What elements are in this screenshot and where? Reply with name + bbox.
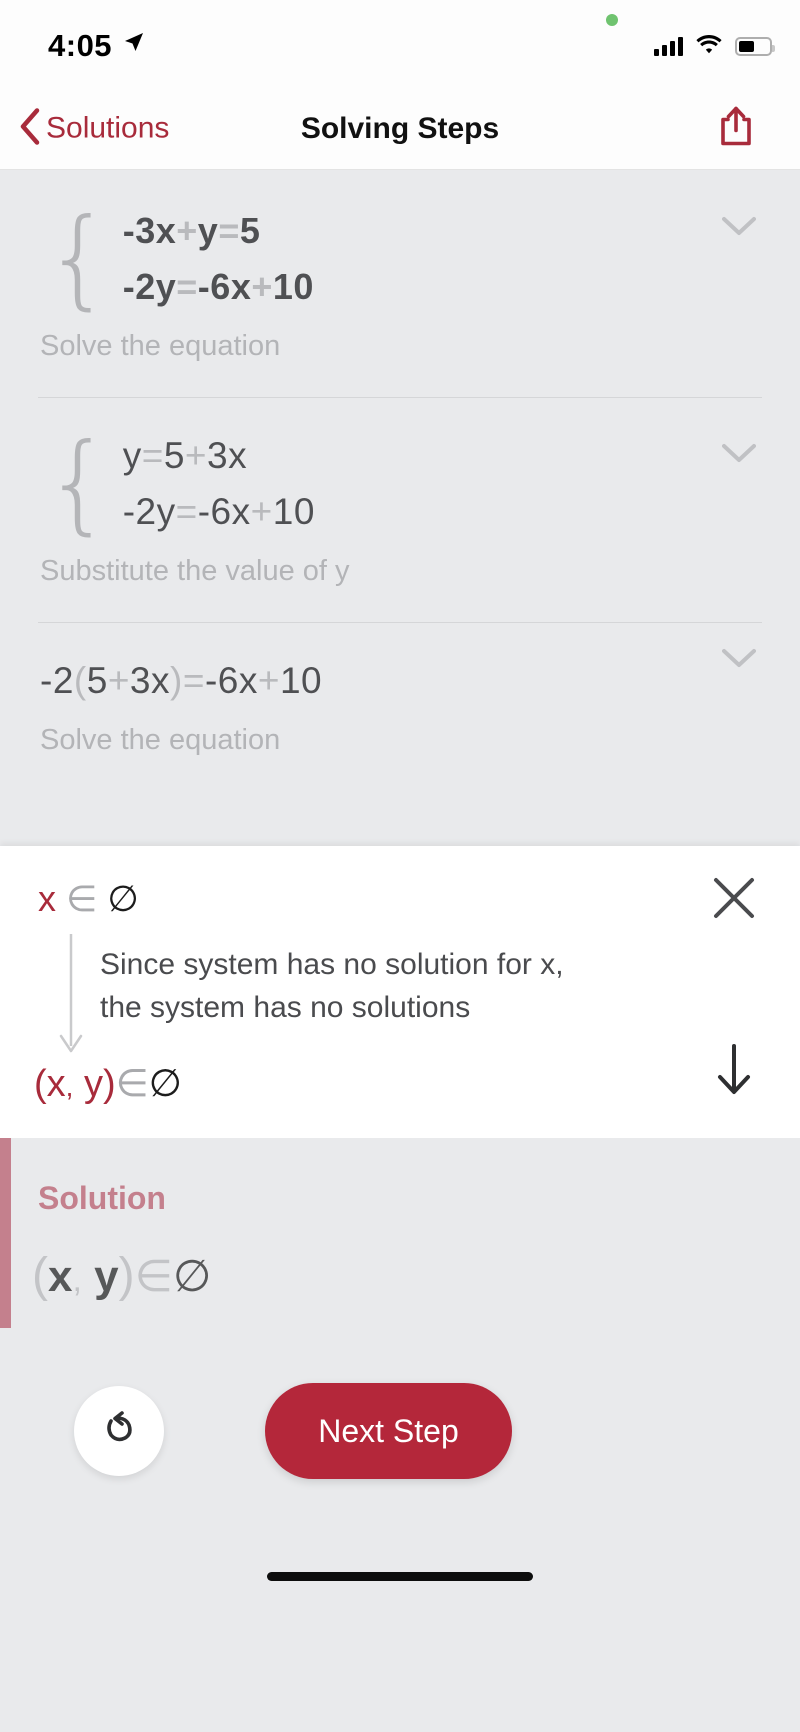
chevron-down-icon[interactable] [722,443,756,468]
element-of-symbol: ∈ [134,1252,173,1301]
close-button[interactable] [710,874,758,927]
open-paren: ( [34,1063,47,1105]
back-button[interactable]: Solutions [18,107,169,150]
page-title: Solving Steps [300,111,500,145]
chevron-down-icon[interactable] [722,216,756,241]
system-brace-icon: { [44,195,113,321]
open-paren: ( [32,1249,48,1302]
step-divider [38,622,762,623]
back-button-label: Solutions [46,111,170,145]
equation-line: -2y=-6x+10 [122,491,315,532]
solving-steps-list[interactable]: { -3x+y=5 -2y=-6x+10 Solve the equation … [0,170,800,846]
equation-expression: -2(5+3x)=-6x+10 [40,660,760,702]
close-icon [710,878,758,926]
solution-accent-bar [0,1138,11,1328]
arrow-down-icon [713,1044,755,1100]
system-brace-icon: { [44,420,113,546]
equation-line: -2y=-6x+10 [122,266,314,307]
step-row[interactable]: { y=5+3x -2y=-6x+10 Substitute the value… [0,397,800,588]
close-paren: ) [118,1249,135,1302]
cellular-signal-icon [654,37,683,56]
chevron-down-icon[interactable] [722,648,756,673]
step-caption: Solve the equation [40,330,281,362]
close-paren: ) [103,1063,116,1105]
wifi-icon [696,34,722,59]
step-divider [38,397,762,398]
home-indicator [267,1572,533,1581]
empty-set-symbol: ∅ [107,878,139,919]
battery-icon [735,37,775,56]
status-bar-icons [654,34,775,59]
equation-line: y=5+3x [122,435,248,476]
comma: , [72,1261,82,1299]
step-detail-card: x ∈ ∅ Since system has no solution for x… [0,846,800,1138]
step-caption: Solve the equation [40,724,281,756]
action-bar: Next Step [0,1328,800,1732]
next-step-button-label: Next Step [318,1412,459,1449]
variable-x: x [47,1252,73,1301]
step-caption: Substitute the value of y [40,555,350,587]
empty-set-symbol: ∅ [148,1063,182,1105]
card-result-expression: (x, y)∈∅ [34,1061,182,1106]
next-step-button[interactable]: Next Step [265,1383,512,1479]
solution-panel: Solution (x, y)∈∅ [0,1138,800,1328]
element-of-symbol: ∈ [66,878,98,919]
app-screen: 4:05 Solutions Solving Steps {-3x+y=5 -… [0,0,800,1732]
equation-system: { -3x+y=5 -2y=-6x+10 [40,195,760,321]
chevron-left-icon [18,107,40,150]
solution-value: (x, y)∈∅ [32,1248,211,1303]
variable-y: y [84,1063,103,1105]
equation-line: -3x+y=5 [122,210,261,251]
variable-x: x [46,1063,66,1105]
next-result-button[interactable] [713,1044,755,1101]
explanation-text: Since system has no solution for x, the … [100,944,660,1029]
green-privacy-dot [606,14,618,26]
status-bar-clock: 4:05 [48,28,113,63]
comma: , [65,1071,74,1102]
explanation-line-1: Since system has no solution for x, [100,948,564,981]
equation-system: { y=5+3x -2y=-6x+10 [40,420,760,546]
explanation-line-2: the system has no solutions [100,990,471,1024]
undo-icon [98,1408,140,1455]
empty-set-symbol: ∅ [172,1252,212,1301]
flow-arrow-down-icon [56,934,86,1059]
status-bar: 4:05 [0,0,800,88]
undo-button[interactable] [74,1386,164,1476]
location-arrow-icon [122,30,146,59]
step-row[interactable]: -2(5+3x)=-6x+10 Solve the equation [0,622,800,757]
share-button[interactable] [719,105,753,152]
step-row[interactable]: { -3x+y=5 -2y=-6x+10 Solve the equation [0,170,800,363]
solution-heading: Solution [38,1180,166,1216]
navigation-bar: Solutions Solving Steps [0,88,800,170]
variable-x: x [38,878,56,919]
variable-y: y [94,1252,119,1301]
share-icon [719,106,753,151]
element-of-symbol: ∈ [115,1063,149,1105]
intermediate-result: x ∈ ∅ [38,878,139,920]
equation-line: -2(5+3x)=-6x+10 [40,660,323,701]
